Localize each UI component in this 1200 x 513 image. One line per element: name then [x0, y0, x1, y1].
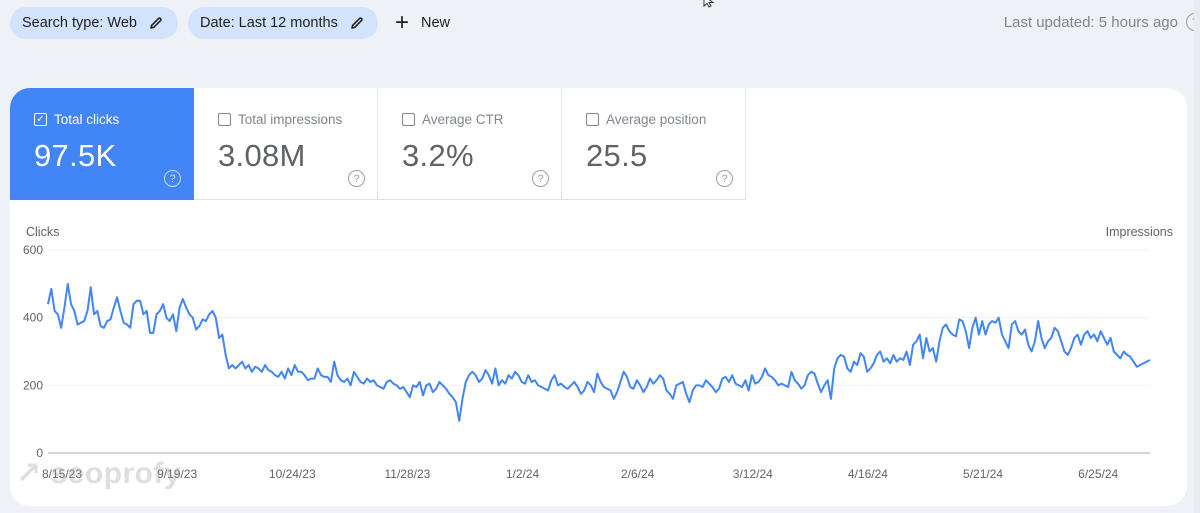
- search-type-filter-label: Search type: Web: [22, 15, 137, 31]
- plus-icon: +: [395, 9, 410, 36]
- checkbox-checked-icon[interactable]: ✓: [34, 113, 47, 126]
- metric-value: 97.5K: [34, 138, 117, 173]
- metric-value: 3.08M: [218, 138, 306, 173]
- metric-tabs: ✓ Total clicks 97.5K ? Total impressions…: [10, 88, 746, 200]
- date-filter-label: Date: Last 12 months: [200, 15, 338, 31]
- mouse-cursor-icon: [703, 0, 715, 8]
- metric-label-row: ✓ Total clicks: [34, 112, 119, 127]
- x-tick-label: 4/16/24: [848, 467, 888, 481]
- x-tick-label: 8/15/23: [42, 467, 82, 481]
- checkbox-unchecked-icon[interactable]: [218, 113, 231, 126]
- clicks-chart: Clicks Impressions 0 200 400 600 8/15/23 9/19…: [10, 200, 1187, 506]
- help-icon[interactable]: ?: [716, 170, 733, 187]
- metric-label-row: Average CTR: [402, 112, 504, 127]
- y-tick-label: 400: [23, 311, 43, 325]
- last-updated-text: Last updated: 5 hours ago: [1003, 14, 1178, 31]
- y-tick-label: 600: [23, 243, 43, 257]
- line-chart-svg[interactable]: 0 200 400 600 8/15/23 9/19/23 10/24/23 11/28/23…: [10, 200, 1187, 506]
- help-icon[interactable]: ?: [164, 170, 181, 187]
- metric-label: Average CTR: [422, 112, 504, 127]
- metric-value: 3.2%: [402, 138, 474, 173]
- help-icon[interactable]: ?: [348, 170, 365, 187]
- x-tick-label: 1/2/24: [506, 467, 540, 481]
- metric-average-ctr[interactable]: Average CTR 3.2% ?: [378, 88, 562, 200]
- metric-label: Total clicks: [54, 112, 120, 127]
- metric-value: 25.5: [586, 138, 648, 173]
- scrollbar-track[interactable]: [1194, 0, 1200, 513]
- metric-average-position[interactable]: Average position 25.5 ?: [562, 88, 746, 200]
- help-icon[interactable]: ?: [532, 170, 549, 187]
- new-filter-button[interactable]: + New: [395, 7, 450, 39]
- x-tick-label: 10/24/23: [269, 467, 316, 481]
- date-filter-chip[interactable]: Date: Last 12 months: [188, 7, 378, 39]
- y-tick-label: 0: [36, 446, 43, 460]
- x-tick-label: 9/19/23: [157, 467, 197, 481]
- checkbox-unchecked-icon[interactable]: [586, 113, 599, 126]
- metric-label-row: Total impressions: [218, 112, 342, 127]
- performance-card: ✓ Total clicks 97.5K ? Total impressions…: [10, 88, 1187, 506]
- x-tick-label: 11/28/23: [384, 467, 430, 481]
- pencil-icon[interactable]: [350, 16, 364, 30]
- x-tick-label: 5/21/24: [963, 467, 1003, 481]
- y-tick-label: 200: [23, 378, 43, 392]
- filter-toolbar: Search type: Web Date: Last 12 months + …: [0, 0, 1200, 46]
- x-tick-label: 6/25/24: [1078, 467, 1118, 481]
- x-tick-label: 2/6/24: [621, 467, 655, 481]
- checkbox-unchecked-icon[interactable]: [402, 113, 415, 126]
- pencil-icon[interactable]: [149, 16, 163, 30]
- metric-total-impressions[interactable]: Total impressions 3.08M ?: [194, 88, 378, 200]
- clicks-series-line[interactable]: [47, 282, 1151, 422]
- metric-total-clicks[interactable]: ✓ Total clicks 97.5K ?: [10, 88, 194, 200]
- x-tick-label: 3/12/24: [733, 467, 773, 481]
- metric-label: Total impressions: [238, 112, 343, 127]
- metric-label-row: Average position: [586, 112, 706, 127]
- new-filter-label: New: [421, 15, 451, 31]
- search-type-filter-chip[interactable]: Search type: Web: [10, 7, 178, 39]
- metric-label: Average position: [606, 112, 707, 127]
